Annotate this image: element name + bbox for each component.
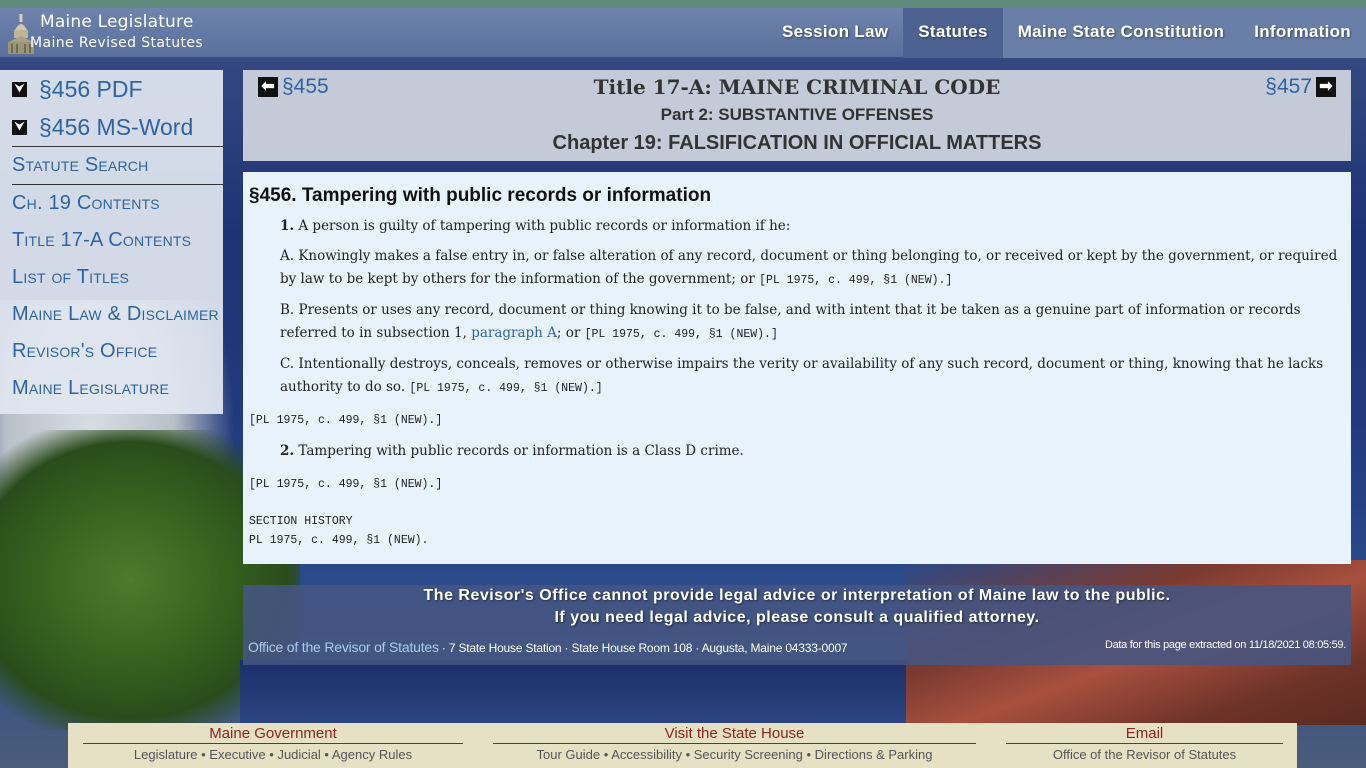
- download-pdf-label: §456 PDF: [39, 75, 143, 102]
- subsection-1-citation: [PL 1975, c. 499, §1 (NEW).]: [249, 414, 443, 427]
- footer-bar: Maine Government Legislature • Executive…: [68, 723, 1297, 768]
- footer-separator: •: [265, 747, 278, 762]
- site-header: Maine Legislature Maine Revised Statutes…: [0, 8, 1366, 58]
- citation: [PL 1975, c. 499, §1 (NEW).]: [759, 274, 953, 287]
- download-arrow-icon: ⮟: [12, 81, 27, 97]
- revisor-office-link[interactable]: Office of the Revisor of Statutes: [248, 639, 439, 655]
- section-history-label: SECTION HISTORY: [249, 515, 353, 528]
- sidebar-item-chapter-contents[interactable]: Ch. 19 Contents: [0, 185, 223, 222]
- footer-visit-state-house: Visit the State House Tour Guide • Acces…: [493, 725, 976, 762]
- chapter-heading: Chapter 19: FALSIFICATION IN OFFICIAL MA…: [552, 132, 1042, 154]
- sidebar-item-statute-search[interactable]: Statute Search: [0, 147, 223, 184]
- footer-email: Email Office of the Revisor of Statutes: [1006, 725, 1283, 762]
- paragraph-b: B. Presents or uses any record, document…: [280, 299, 1347, 346]
- footer-separator: •: [320, 747, 332, 762]
- subsection-number: 1.: [280, 218, 295, 234]
- paragraph-text-tail: ; or: [556, 325, 581, 341]
- download-word-link[interactable]: ⮟ §456 MS-Word: [0, 108, 223, 146]
- subsection-2: 2. Tampering with public records or info…: [280, 440, 1347, 463]
- footer-link-judicial[interactable]: Judicial: [277, 747, 320, 762]
- subsection-number: 2.: [280, 443, 295, 459]
- footer-links-email: Office of the Revisor of Statutes: [1006, 747, 1283, 762]
- sidebar: ⮟ §456 PDF ⮟ §456 MS-Word Statute Search…: [0, 70, 223, 414]
- citation: [PL 1975, c. 499, §1 (NEW).]: [584, 328, 778, 341]
- footer-link-accessibility[interactable]: Accessibility: [611, 747, 682, 762]
- legal-disclaimer: The Revisor's Office cannot provide lega…: [243, 585, 1351, 665]
- data-extracted-note: Data for this page extracted on 11/18/20…: [1104, 639, 1346, 651]
- nav-information[interactable]: Information: [1239, 8, 1366, 58]
- sidebar-item-maine-law-disclaimer[interactable]: Maine Law & Disclaimer: [0, 296, 223, 333]
- footer-link-executive[interactable]: Executive: [209, 747, 265, 762]
- part-heading: Part 2: SUBSTANTIVE OFFENSES: [660, 105, 934, 124]
- download-arrow-icon: ⮟: [12, 119, 27, 135]
- sidebar-item-title-contents[interactable]: Title 17-A Contents: [0, 222, 223, 259]
- footer-links-maine-government: Legislature • Executive • Judicial • Age…: [83, 747, 463, 762]
- subsection-text: Tampering with public records or informa…: [298, 443, 744, 459]
- footer-maine-government: Maine Government Legislature • Executive…: [83, 725, 463, 762]
- footer-separator: •: [681, 747, 694, 762]
- sidebar-item-list-of-titles[interactable]: List of Titles: [0, 259, 223, 296]
- nav-statutes[interactable]: Statutes: [903, 8, 1003, 58]
- site-subtitle[interactable]: Maine Revised Statutes: [30, 35, 203, 51]
- footer-separator: •: [600, 747, 612, 762]
- footer-separator: •: [197, 747, 210, 762]
- title-heading: Title 17-A: MAINE CRIMINAL CODE: [593, 75, 1001, 99]
- footer-links-visit-state-house: Tour Guide • Accessibility • Security Sc…: [493, 747, 976, 762]
- footer-link-directions-parking[interactable]: Directions & Parking: [815, 747, 933, 762]
- footer-link-tour-guide[interactable]: Tour Guide: [537, 747, 601, 762]
- office-address-text: · 7 State House Station · State House Ro…: [438, 641, 848, 655]
- paragraph-a-link[interactable]: paragraph A: [471, 325, 557, 341]
- office-address: Office of the Revisor of Statutes · 7 St…: [248, 639, 848, 655]
- sidebar-item-revisors-office[interactable]: Revisor's Office: [0, 333, 223, 370]
- subsection-text: A person is guilty of tampering with pub…: [298, 218, 791, 234]
- disclaimer-line-2: If you need legal advice, please consult…: [554, 609, 1040, 626]
- main-nav: Session Law Statutes Maine State Constit…: [767, 8, 1366, 58]
- disclaimer-line-1: The Revisor's Office cannot provide lega…: [423, 587, 1171, 604]
- section-heading: §456. Tampering with public records or i…: [249, 185, 712, 206]
- top-strip: [0, 0, 1366, 8]
- nav-maine-state-constitution[interactable]: Maine State Constitution: [1002, 8, 1240, 58]
- paragraph-c: C. Intentionally destroys, conceals, rem…: [280, 353, 1347, 400]
- footer-separator: •: [802, 747, 815, 762]
- background-sea: [240, 660, 940, 725]
- nav-session-law[interactable]: Session Law: [767, 8, 903, 58]
- footer-heading-maine-government[interactable]: Maine Government: [83, 725, 463, 744]
- footer-link-legislature[interactable]: Legislature: [134, 747, 198, 762]
- footer-heading-visit-state-house[interactable]: Visit the State House: [493, 725, 976, 744]
- footer-link-agency-rules[interactable]: Agency Rules: [332, 747, 412, 762]
- citation: [PL 1975, c. 499, §1 (NEW).]: [409, 382, 603, 395]
- sidebar-item-maine-legislature[interactable]: Maine Legislature: [0, 370, 223, 407]
- footer-link-security-screening[interactable]: Security Screening: [694, 747, 803, 762]
- footer-link-revisor-office[interactable]: Office of the Revisor of Statutes: [1053, 747, 1236, 762]
- statute-content: §456. Tampering with public records or i…: [243, 172, 1351, 564]
- footer-heading-email[interactable]: Email: [1006, 725, 1283, 744]
- title-panel: ⬅ §455 §457 ➡ Title 17-A: MAINE CRIMINAL…: [243, 70, 1351, 161]
- download-word-label: §456 MS-Word: [39, 113, 194, 140]
- paragraph-a: A. Knowingly makes a false entry in, or …: [280, 245, 1347, 292]
- site-title[interactable]: Maine Legislature: [40, 12, 194, 32]
- download-pdf-link[interactable]: ⮟ §456 PDF: [0, 70, 223, 108]
- subsection-1: 1. A person is guilty of tampering with …: [280, 215, 1347, 238]
- section-history-text: PL 1975, c. 499, §1 (NEW).: [249, 534, 429, 547]
- paragraph-text: B. Presents or uses any record, document…: [280, 302, 1301, 341]
- subsection-2-citation: [PL 1975, c. 499, §1 (NEW).]: [249, 478, 443, 491]
